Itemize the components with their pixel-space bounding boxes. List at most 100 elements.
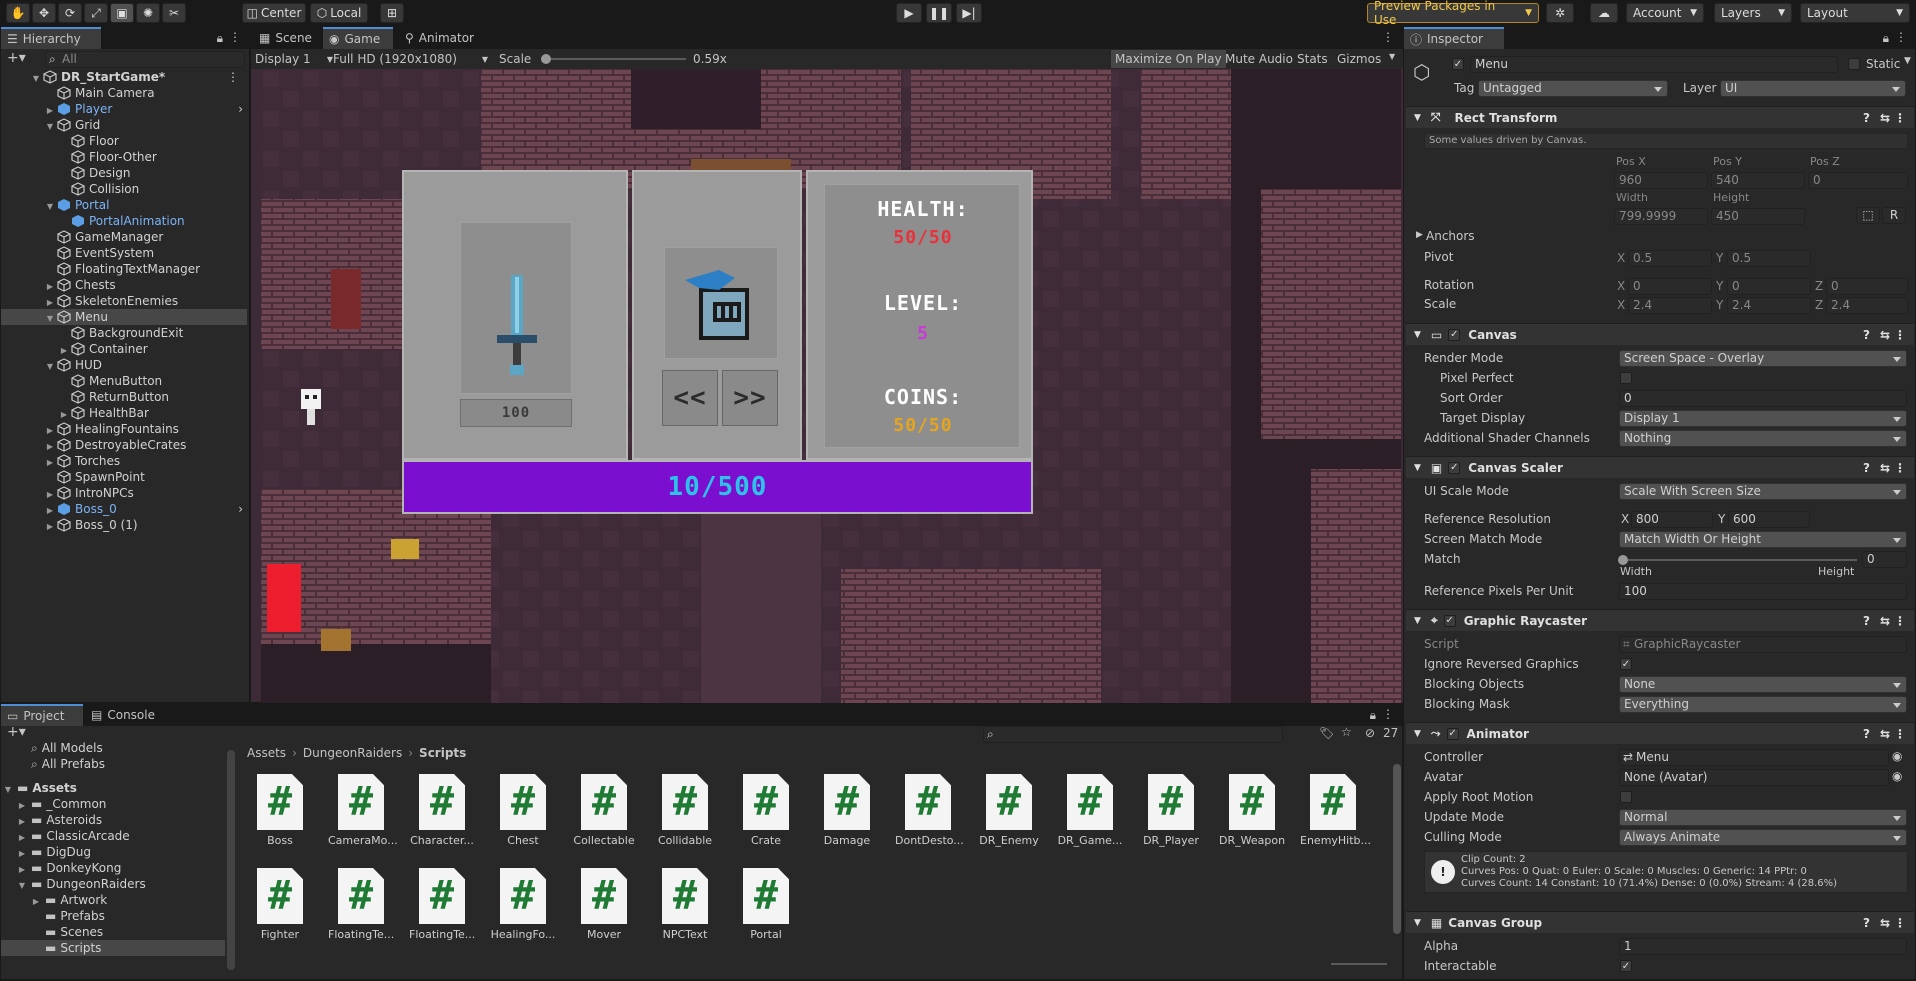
move-tool-icon[interactable]: ✥ xyxy=(32,3,56,23)
script-file[interactable]: # DR_Player xyxy=(1138,774,1204,847)
breadcrumb-item[interactable]: DungeonRaiders xyxy=(303,746,402,760)
sort-order-field[interactable]: 0 xyxy=(1619,390,1907,407)
layer-dropdown[interactable]: UI xyxy=(1720,80,1906,97)
hierarchy-item[interactable]: ReturnButton xyxy=(1,389,247,405)
add-icon[interactable]: +▾ xyxy=(7,50,26,66)
raycaster-enabled-checkbox[interactable]: ✓ xyxy=(1443,614,1456,627)
canvas-group-header[interactable]: ▼ ▦ Canvas Group ? ⇆ ⋮ xyxy=(1406,911,1914,933)
hierarchy-item[interactable]: ▶ HealingFountains xyxy=(1,421,247,437)
pause-button[interactable]: ❚❚ xyxy=(926,3,952,23)
match-slider-thumb[interactable] xyxy=(1618,555,1628,565)
animator-enabled-checkbox[interactable]: ✓ xyxy=(1446,727,1459,740)
chevron-right-icon[interactable]: ▶ xyxy=(45,426,55,435)
next-character-button[interactable]: >> xyxy=(722,370,778,426)
posy-field[interactable]: 540 xyxy=(1711,172,1805,189)
canvas-scaler-header[interactable]: ▼ ▣ ✓ Canvas Scaler ? ⇆ ⋮ xyxy=(1406,456,1914,478)
rotate-tool-icon[interactable]: ⟳ xyxy=(58,3,82,23)
gizmos-toggle[interactable]: Gizmos xyxy=(1333,50,1385,68)
script-file[interactable]: # DR_Enemy xyxy=(976,774,1042,847)
scale-slider-thumb[interactable] xyxy=(541,54,551,64)
weapon-slot[interactable] xyxy=(460,222,572,394)
posx-field[interactable]: 960 xyxy=(1614,172,1708,189)
ref-y-field[interactable]: 600 xyxy=(1728,511,1810,528)
kebab-menu-icon[interactable]: ⋮ xyxy=(1894,461,1906,475)
folder-tree-item[interactable]: ▼ ▬ Assets xyxy=(1,780,225,796)
maximize-on-play-toggle[interactable]: Maximize On Play xyxy=(1111,50,1226,68)
alpha-field[interactable]: 1 xyxy=(1619,938,1907,955)
width-field[interactable]: 799.9999 xyxy=(1614,208,1708,225)
kebab-menu-icon[interactable]: ⋮ xyxy=(1894,328,1906,342)
preset-icon[interactable]: ⇆ xyxy=(1880,461,1890,475)
preset-icon[interactable]: ⇆ xyxy=(1880,111,1890,125)
controller-field[interactable]: ⇄ Menu xyxy=(1619,749,1889,766)
blueprint-icon[interactable]: ⬚ xyxy=(1856,207,1880,224)
render-mode-dropdown[interactable]: Screen Space - Overlay xyxy=(1619,350,1907,367)
hierarchy-item[interactable]: ▼ Portal xyxy=(1,197,247,213)
cloud-icon[interactable]: ☁ xyxy=(1590,3,1618,23)
chevron-right-icon[interactable]: ▶ xyxy=(45,506,55,515)
kebab-menu-icon[interactable]: ⋮ xyxy=(229,30,241,44)
project-search-input[interactable]: ⌕ xyxy=(983,726,1283,743)
layers-dropdown[interactable]: Layers ▼ xyxy=(1714,3,1792,23)
pixel-perfect-checkbox[interactable] xyxy=(1620,372,1632,384)
kebab-menu-icon[interactable]: ⋮ xyxy=(1382,707,1394,721)
hierarchy-item[interactable]: GameManager xyxy=(1,229,247,245)
script-file[interactable]: # Boss xyxy=(247,774,313,847)
hierarchy-item[interactable]: ▶ DestroyableCrates xyxy=(1,437,247,453)
chevron-right-icon[interactable]: ▶ xyxy=(1416,230,1423,240)
script-file[interactable]: # FloatingTe... xyxy=(328,868,394,941)
chevron-right-icon[interactable]: ▶ xyxy=(17,833,27,842)
tree-scrollbar[interactable] xyxy=(227,750,235,970)
hierarchy-item[interactable]: ▶ Torches xyxy=(1,453,247,469)
rect-tool-icon[interactable]: ▣ xyxy=(110,3,134,23)
tag-dropdown[interactable]: Untagged xyxy=(1478,80,1668,97)
layout-dropdown[interactable]: Layout ▼ xyxy=(1800,3,1910,23)
help-icon[interactable]: ? xyxy=(1863,461,1870,475)
chevron-right-icon[interactable]: ▶ xyxy=(31,897,41,906)
static-checkbox[interactable] xyxy=(1848,58,1860,70)
folder-tree-item[interactable]: ▬ Prefabs xyxy=(1,908,225,924)
script-file[interactable]: # NPCText xyxy=(652,868,718,941)
chevron-right-icon[interactable]: ▶ xyxy=(17,817,27,826)
previous-character-button[interactable]: << xyxy=(662,370,718,426)
graphic-raycaster-header[interactable]: ▼ ⌖ ✓ Graphic Raycaster ? ⇆ ⋮ xyxy=(1406,609,1914,631)
hierarchy-item[interactable]: MenuButton xyxy=(1,373,247,389)
hierarchy-item[interactable]: ▶ HealthBar xyxy=(1,405,247,421)
folder-tree-item[interactable]: ▶ ▬ Asteroids xyxy=(1,812,225,828)
chevron-down-icon[interactable]: ▼ xyxy=(45,362,55,371)
hierarchy-item[interactable]: PortalAnimation xyxy=(1,213,247,229)
script-file[interactable]: # Fighter xyxy=(247,868,313,941)
tab-inspector[interactable]: ⓘ Inspector xyxy=(1404,27,1504,49)
avatar-field[interactable]: None (Avatar) xyxy=(1619,769,1889,786)
culling-mode-dropdown[interactable]: Always Animate xyxy=(1619,829,1907,846)
folder-tree-item[interactable]: ⌕ All Models xyxy=(1,740,225,756)
preview-packages-button[interactable]: Preview Packages in Use ▼ xyxy=(1367,0,1539,27)
tab-project[interactable]: ▭ Project xyxy=(1,704,83,726)
star-icon[interactable]: ☆ xyxy=(1341,725,1352,739)
chevron-right-icon[interactable]: ▶ xyxy=(45,442,55,451)
preset-icon[interactable]: ⇆ xyxy=(1880,614,1890,628)
help-icon[interactable]: ? xyxy=(1863,916,1870,930)
preset-icon[interactable]: ⇆ xyxy=(1880,727,1890,741)
chevron-down-icon[interactable]: ▼ xyxy=(1389,52,1395,61)
chevron-right-icon[interactable]: ▶ xyxy=(45,490,55,499)
chevron-right-icon[interactable]: ▶ xyxy=(45,282,55,291)
scale-y-field[interactable]: 2.4 xyxy=(1727,297,1811,314)
chevron-right-icon[interactable]: ▶ xyxy=(17,849,27,858)
help-icon[interactable]: ? xyxy=(1863,111,1870,125)
hierarchy-item[interactable]: ▶ IntroNPCs xyxy=(1,485,247,501)
hierarchy-item[interactable]: BackgroundExit xyxy=(1,325,247,341)
ref-x-field[interactable]: 800 xyxy=(1631,511,1713,528)
blocking-objects-dropdown[interactable]: None xyxy=(1619,676,1907,693)
root-motion-checkbox[interactable] xyxy=(1620,791,1632,803)
object-picker-icon[interactable]: ◉ xyxy=(1892,749,1902,763)
hierarchy-item[interactable]: ▼ DR_StartGame* ⋮ xyxy=(1,69,247,85)
kebab-menu-icon[interactable]: ⋮ xyxy=(1894,111,1906,125)
help-icon[interactable]: ? xyxy=(1863,614,1870,628)
rot-z-field[interactable]: 0 xyxy=(1826,278,1908,295)
rot-x-field[interactable]: 0 xyxy=(1628,278,1712,295)
hierarchy-item[interactable]: ▶ Player › xyxy=(1,101,247,117)
canvas-header[interactable]: ▼ ▭ ✓ Canvas ? ⇆ ⋮ xyxy=(1406,323,1914,345)
chevron-down-icon[interactable]: ▼ xyxy=(3,785,13,794)
hierarchy-item[interactable]: EventSystem xyxy=(1,245,247,261)
